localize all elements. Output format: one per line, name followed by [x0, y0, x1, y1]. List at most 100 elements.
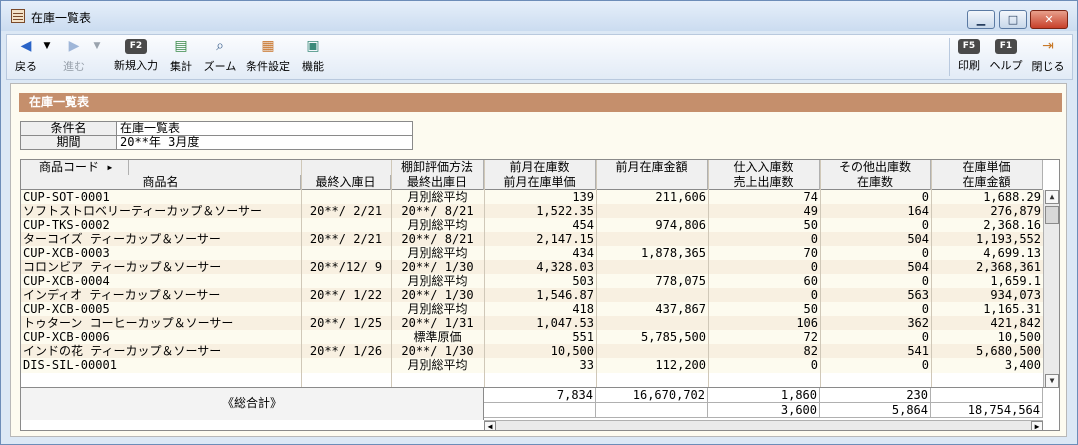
cell-prev-amt: 1,878,365: [640, 246, 706, 260]
table-row[interactable]: CUP-XCB-0005 月別総平均 418 437,867 50 0 1,165.31: [21, 302, 1043, 317]
col-stock-qty[interactable]: 在庫数: [820, 175, 931, 190]
cell-sales-out: 0: [810, 232, 818, 246]
cell-name: インディオ ティーカップ＆ソーサー: [23, 288, 221, 302]
table-row[interactable]: CUP-XCB-0006 標準原価 551 5,785,500 72 0 10,500: [21, 330, 1043, 345]
col-prev-unit[interactable]: 前月在庫単価: [484, 175, 596, 190]
table-row[interactable]: CUP-TKS-0002 月別総平均 454 974,806 50 0 2,368.16: [21, 218, 1043, 233]
scroll-right-icon[interactable]: ▶: [1031, 421, 1043, 430]
cell-code: CUP-XCB-0005: [23, 302, 110, 316]
maximize-button[interactable]: □: [999, 10, 1027, 29]
dropdown-icon: ▼: [93, 41, 101, 51]
cell-prev-qty: 454: [572, 218, 594, 232]
cell-name: コロンビア ティーカップ＆ソーサー: [23, 260, 222, 274]
cell-last-out: 20**/ 1/30: [401, 344, 474, 358]
table-row[interactable]: コロンビア ティーカップ＆ソーサー 20**/12/ 9 20**/ 1/30 4,3…: [21, 260, 1043, 275]
back-dropdown[interactable]: ▼: [41, 37, 53, 58]
forward-label: 進む: [63, 60, 85, 73]
cell-prev-unit: 10,500: [550, 344, 594, 358]
table-row[interactable]: トゥターン コーヒーカップ＆ソーサー 20**/ 1/25 20**/ 1/31 1,…: [21, 316, 1043, 331]
horizontal-scrollbar[interactable]: ◀ ▶: [484, 420, 1043, 430]
col-prev-qty[interactable]: 前月在庫数: [484, 160, 596, 175]
col-last-in-date[interactable]: 最終入庫日: [301, 175, 391, 190]
cell-prev-amt: 974,806: [655, 218, 706, 232]
period-label: 期間: [20, 135, 117, 150]
total-purchase-in: 1,860: [708, 388, 820, 403]
total-prev-amount: 16,670,702: [596, 388, 708, 403]
print-button[interactable]: F5 印刷: [955, 37, 983, 73]
col-product-code[interactable]: 商品コード ▸: [21, 160, 129, 175]
col-stock-amount[interactable]: 在庫金額: [931, 175, 1043, 190]
table-row[interactable]: CUP-XCB-0004 月別総平均 503 778,075 60 0 1,659.1: [21, 274, 1043, 289]
close-button[interactable]: ⇥ 閉じる: [1029, 37, 1067, 74]
functions-button[interactable]: ▣ 機能: [299, 37, 327, 74]
close-window-button[interactable]: ✕: [1030, 10, 1068, 29]
cell-last-out: 20**/ 8/21: [401, 232, 474, 246]
scroll-left-icon[interactable]: ◀: [484, 421, 496, 430]
cell-stock: 504: [907, 232, 929, 246]
table-row[interactable]: インディオ ティーカップ＆ソーサー 20**/ 1/22 20**/ 1/30 1,5…: [21, 288, 1043, 303]
table-row[interactable]: CUP-SOT-0001 月別総平均 139 211,606 74 0 1,688.29: [21, 190, 1043, 205]
zoom-button[interactable]: ⌕ ズーム: [203, 37, 237, 74]
window-title: 在庫一覧表: [31, 11, 92, 25]
cell-prev-unit: 2,147.15: [536, 232, 594, 246]
col-last-out-date[interactable]: 最終出庫日: [391, 175, 484, 190]
cell-sales-out: 106: [796, 316, 818, 330]
cell-other-out: 0: [921, 274, 929, 288]
new-entry-button[interactable]: F2 新規入力: [111, 37, 161, 73]
vertical-scrollbar[interactable]: ▲ ▼: [1043, 190, 1059, 388]
back-label: 戻る: [15, 60, 37, 73]
condition-settings-button[interactable]: ▦ 条件設定: [243, 37, 293, 74]
total-unit-blank: [931, 388, 1043, 403]
column-divider: [391, 160, 392, 387]
scroll-down-icon[interactable]: ▼: [1045, 374, 1059, 388]
exit-door-icon: ⇥: [1042, 38, 1054, 54]
col-unit-cost[interactable]: 在庫単価: [931, 160, 1043, 175]
cell-unit: 1,165.31: [983, 302, 1041, 316]
cell-sales-out: 0: [810, 260, 818, 274]
col-valuation-method[interactable]: 棚卸評価方法: [391, 160, 484, 175]
cell-unit: 2,368.16: [983, 218, 1041, 232]
column-divider: [484, 160, 485, 387]
cell-last-out: 20**/ 1/30: [401, 288, 474, 302]
magnifier-icon: ⌕: [216, 38, 224, 54]
scroll-thumb[interactable]: [1045, 206, 1059, 224]
cell-stock: 164: [907, 204, 929, 218]
scroll-up-icon[interactable]: ▲: [1045, 190, 1059, 204]
cell-code: CUP-XCB-0003: [23, 246, 110, 260]
cell-last-in: 20**/ 1/25: [309, 316, 383, 330]
cell-prev-amt: 778,075: [655, 274, 706, 288]
cell-last-in: 20**/ 1/26: [309, 344, 383, 358]
help-button[interactable]: F1 ヘルプ: [989, 37, 1023, 73]
cell-code: CUP-XCB-0004: [23, 274, 110, 288]
cell-method: 月別総平均: [407, 246, 468, 260]
grid-header: 商品コード ▸ 棚卸評価方法 前月在庫数 前月在庫金額 仕入入庫数 その他出庫数…: [21, 160, 1043, 190]
col-other-out[interactable]: その他出庫数: [820, 160, 931, 175]
col-sales-out[interactable]: 売上出庫数: [708, 175, 820, 190]
cell-stock: 541: [907, 344, 929, 358]
toolbar-separator: [949, 38, 950, 76]
table-row[interactable]: インドの花 ティーカップ＆ソーサー 20**/ 1/26 20**/ 1/30 10,…: [21, 344, 1043, 359]
table-row[interactable]: ソフトストロベリーティーカップ＆ソーサー 20**/ 2/21 20**/ 8/21…: [21, 204, 1043, 219]
forward-dropdown[interactable]: ▼: [91, 37, 103, 58]
forward-button[interactable]: ▶ 進む: [61, 37, 87, 74]
settings-icon: ▦: [261, 38, 275, 54]
col-product-name[interactable]: 商品名: [21, 175, 301, 190]
back-button[interactable]: ◀ 戻る: [13, 37, 39, 74]
table-row[interactable]: CUP-XCB-0003 月別総平均 434 1,878,365 70 0 4,699.13: [21, 246, 1043, 261]
col-prev-amount[interactable]: 前月在庫金額: [596, 160, 708, 175]
cell-stock-amt: 5,680,500: [975, 344, 1041, 358]
aggregate-button[interactable]: ▤ 集計: [167, 37, 195, 74]
cell-other-out: 0: [921, 330, 929, 344]
cell-unit: 3,400: [1004, 358, 1041, 372]
cell-sales-out: 82: [803, 344, 818, 358]
function-icon: ▣: [306, 38, 320, 54]
minimize-button[interactable]: ▁: [967, 10, 995, 29]
col-purchase-in[interactable]: 仕入入庫数: [708, 160, 820, 175]
cell-last-in: 20**/ 1/22: [309, 288, 383, 302]
total-prev-qty: 7,834: [484, 388, 596, 403]
table-row[interactable]: DIS-SIL-00001 月別総平均 33 112,200 0 0 3,400: [21, 358, 1043, 373]
total-stock-amount: 18,754,564: [931, 403, 1043, 418]
table-row[interactable]: ターコイズ ティーカップ＆ソーサー 20**/ 2/21 20**/ 8/21 2,1…: [21, 232, 1043, 247]
cell-other-out: 0: [921, 218, 929, 232]
column-divider: [301, 160, 302, 387]
